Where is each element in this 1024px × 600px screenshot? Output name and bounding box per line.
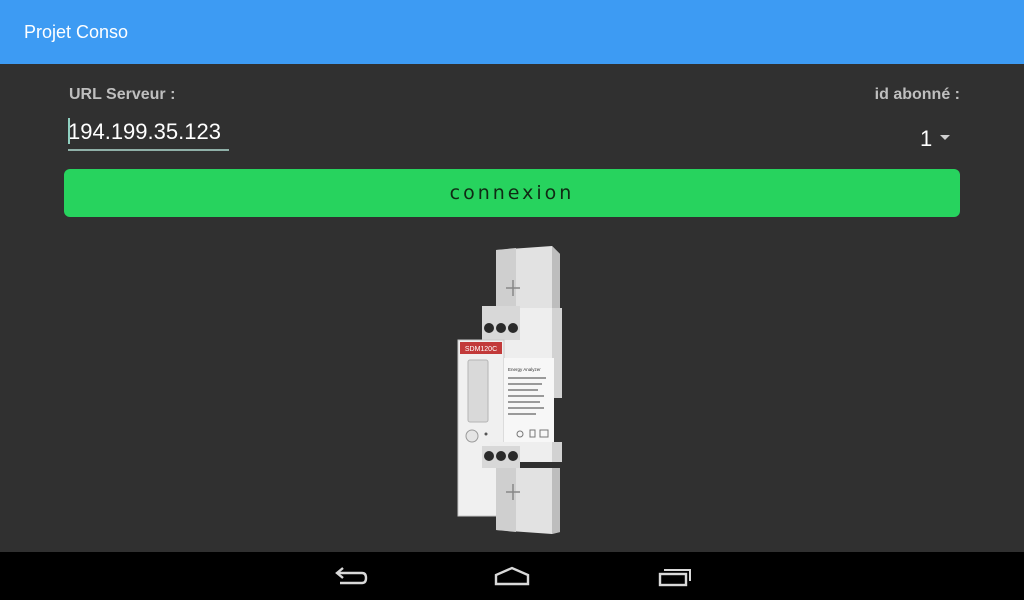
- connect-button-label: connexion: [449, 182, 575, 204]
- url-label: URL Serveur :: [69, 86, 176, 103]
- app-title: Projet Conso: [24, 22, 129, 42]
- main-content: URL Serveur : id abonné : 1 connexion: [0, 64, 1024, 552]
- back-icon: [335, 567, 368, 585]
- app-bar: Projet Conso: [0, 0, 1024, 64]
- meter-model-label: SDM120C: [465, 346, 497, 353]
- meter-title-label: Energy Analyzer: [508, 367, 541, 372]
- energy-meter-image: SDM120C Energy Analyzer: [457, 246, 562, 534]
- recent-apps-icon: [658, 569, 691, 587]
- dropdown-arrow-icon: [940, 135, 950, 140]
- id-spinner[interactable]: 1: [916, 124, 956, 154]
- home-button[interactable]: [488, 561, 536, 591]
- navigation-bar: [0, 552, 1024, 600]
- recent-apps-button[interactable]: [650, 561, 698, 591]
- url-input[interactable]: [68, 115, 229, 151]
- app-screen: Projet Conso URL Serveur : id abonné : 1…: [0, 0, 1024, 600]
- id-label: id abonné :: [874, 86, 960, 103]
- home-icon: [494, 566, 530, 586]
- text-cursor: [68, 118, 70, 144]
- back-button[interactable]: [326, 561, 374, 591]
- id-spinner-value: 1: [920, 126, 933, 151]
- connect-button[interactable]: connexion: [64, 169, 960, 217]
